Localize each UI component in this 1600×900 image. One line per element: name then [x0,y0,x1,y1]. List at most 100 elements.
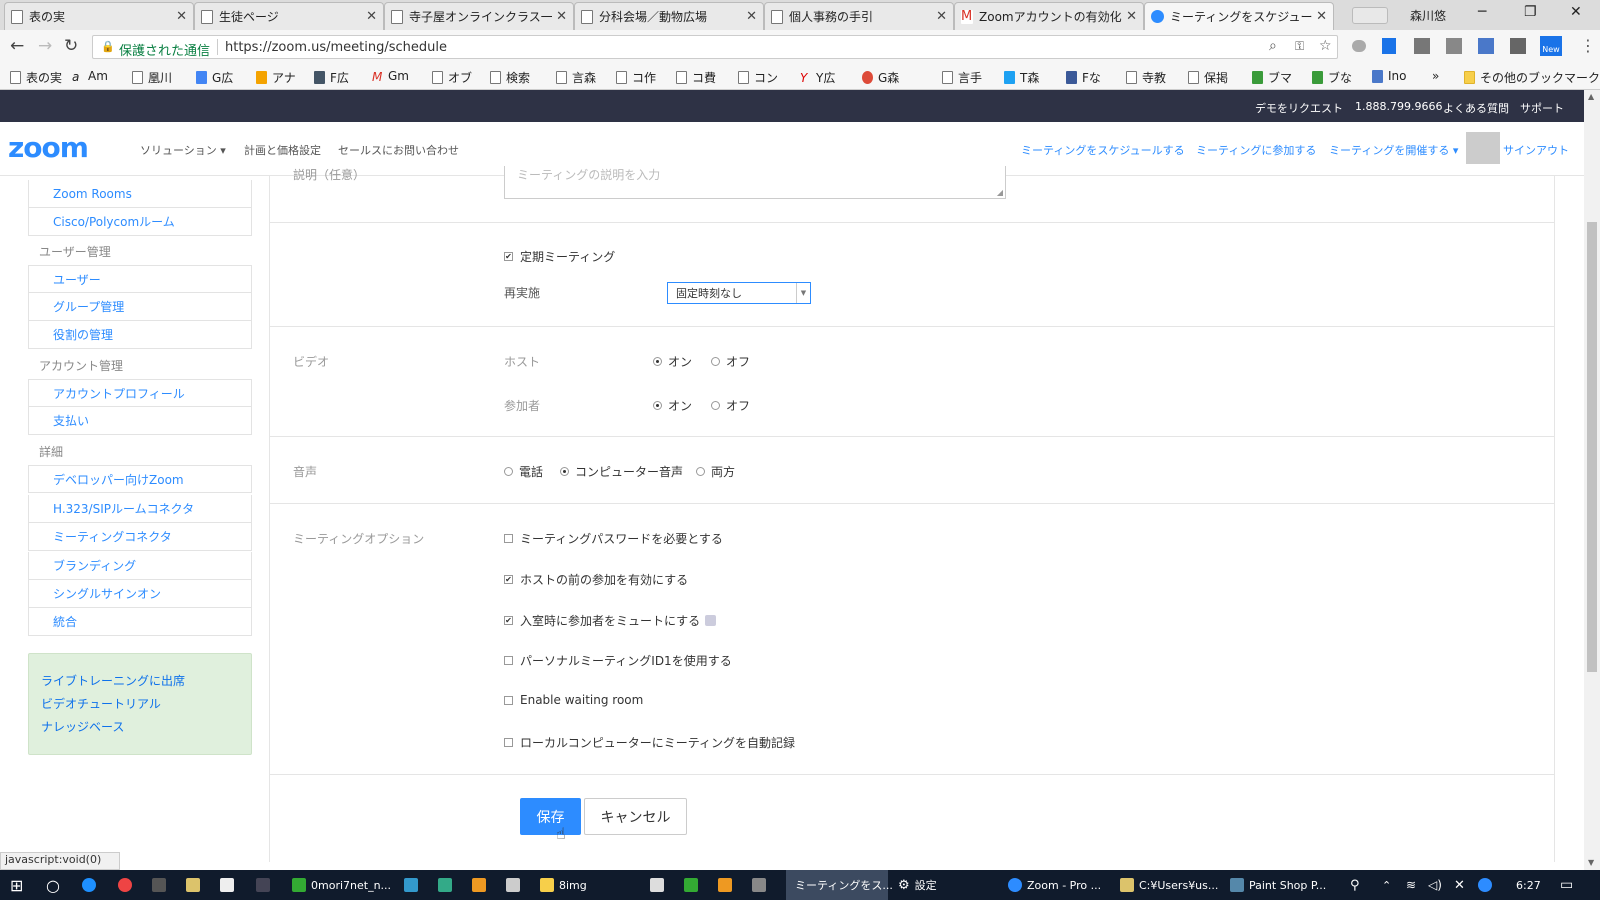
tab-2[interactable]: 生徒ページ ✕ [194,2,384,30]
sidebar-item-account-profile[interactable]: アカウントプロフィール [28,379,252,407]
app-tray-icon[interactable] [1478,870,1497,900]
taskbar-item[interactable]: 0mori7net_n... [292,870,391,900]
host-video-on-radio[interactable]: オン [653,353,692,370]
new-tab-button[interactable] [1352,7,1388,24]
wifi-icon[interactable]: ≋ [1406,870,1416,900]
taskbar-item[interactable]: 8img [540,870,587,900]
save-button[interactable]: 保存 [520,798,581,835]
participant-video-off-radio[interactable]: オフ [711,397,750,414]
scrollbar-thumb[interactable] [1587,222,1597,672]
taskbar-item-active[interactable]: ミーティングをス... [786,870,893,900]
taskbar-item[interactable]: Paint Shop P... [1230,870,1326,900]
support-link[interactable]: サポート [1520,100,1564,116]
sidebar-item-groups[interactable]: グループ管理 [28,293,252,321]
tab-7-active[interactable]: ミーティングをスケジュールする✕ [1144,2,1334,30]
extension-forward-icon[interactable] [1510,38,1526,54]
app-icon[interactable] [186,870,205,900]
bookmark[interactable]: アナ [256,69,296,86]
bookmark[interactable]: 保掲 [1188,69,1228,86]
description-textarea[interactable]: ミーティングの説明を入力 ◢ [504,166,1006,199]
tab-3[interactable]: 寺子屋オンラインクラス一覧 ✕ [384,2,574,30]
search-icon[interactable]: ⌕ [1269,38,1277,54]
zoom-logo[interactable]: zoom [8,131,89,164]
extension-check-icon[interactable] [1414,38,1430,54]
info-icon[interactable] [705,615,717,626]
bookmark[interactable]: F広 [314,69,349,86]
nav-host-meeting[interactable]: ミーティングを開催する ▾ [1329,142,1458,158]
bookmark[interactable]: オブ [432,69,472,86]
close-icon[interactable]: ✕ [936,9,947,24]
sidebar-item-roles[interactable]: 役割の管理 [28,321,252,349]
taskbar-item[interactable]: ⚙ 設定 [898,870,937,900]
bookmark[interactable]: Fな [1066,69,1101,86]
star-icon[interactable]: ☆ [1319,38,1332,54]
sidebar-item-cisco-polycom[interactable]: Cisco/Polycomルーム [28,208,252,236]
close-x-icon[interactable]: ✕ [1454,870,1465,900]
bookmark[interactable]: 凰川 [132,69,172,86]
bookmark[interactable]: T森 [1004,69,1039,86]
nav-solutions[interactable]: ソリューション ▾ [140,142,226,158]
extension-tool-icon[interactable] [1446,38,1462,54]
bookmark[interactable]: G広 [196,69,233,86]
clock[interactable]: 6:27 [1516,870,1541,900]
menu-icon[interactable]: ⋮ [1580,36,1596,55]
app-icon[interactable] [152,870,171,900]
minimize-icon[interactable]: ─ [1478,4,1486,20]
taskbar-item[interactable]: C:¥Users¥us... [1120,870,1218,900]
option-auto-record[interactable]: ローカルコンピューターにミーティングを自動記録 [504,734,795,751]
sidebar-item-meeting-connector[interactable]: ミーティングコネクタ [28,523,252,551]
app-icon[interactable] [256,870,275,900]
faq-link[interactable]: よくある質問 [1443,100,1509,116]
nav-schedule-meeting[interactable]: ミーティングをスケジュールする [1021,142,1185,158]
cancel-button[interactable]: キャンセル [584,798,687,835]
scroll-up-icon[interactable]: ▲ [1588,92,1594,101]
tab-6[interactable]: M Zoomアカウントの有効化 - ✕ [954,2,1144,30]
option-personal-meeting-id[interactable]: パーソナルミーティングID1を使用する [504,652,732,669]
app-icon[interactable] [684,870,703,900]
omnibox[interactable]: 🔒 保護された通信 https://zoom.us/meeting/schedu… [92,35,1338,59]
audio-both-radio[interactable]: 両方 [696,463,735,480]
recurrence-select[interactable]: 固定時刻なし ▼ [667,282,811,304]
sidebar-item-branding[interactable]: ブランディング [28,552,252,580]
link-live-training[interactable]: ライブトレーニングに出席 [41,670,239,693]
forward-icon[interactable]: → [38,36,52,56]
demo-link[interactable]: デモをリクエスト [1255,100,1343,116]
extension-new-icon[interactable]: New [1540,36,1562,56]
bookmark[interactable]: ブマ [1252,69,1292,86]
bookmark[interactable]: 寺教 [1126,69,1166,86]
bookmark[interactable]: Y Y広 [800,69,835,86]
close-icon[interactable]: ✕ [1316,9,1327,24]
bookmark[interactable]: 言森 [556,69,596,86]
extension-cloud-icon[interactable] [1352,40,1366,52]
sidebar-item-sso[interactable]: シングルサインオン [28,580,252,608]
tab-5[interactable]: 個人事務の手引 ✕ [764,2,954,30]
close-icon[interactable]: ✕ [556,9,567,24]
other-bookmarks[interactable]: その他のブックマーク [1464,69,1600,86]
avatar[interactable] [1466,132,1500,164]
key-icon[interactable]: ⚿ [1295,39,1304,54]
nav-pricing[interactable]: 計画と価格設定 [244,142,321,158]
audio-computer-radio[interactable]: コンピューター音声 [560,463,683,480]
edge-icon[interactable] [82,870,101,900]
extension-bookmark-icon[interactable] [1382,38,1396,54]
app-icon[interactable] [404,870,423,900]
close-icon[interactable]: ✕ [176,9,187,24]
chrome-icon[interactable] [118,870,137,900]
close-icon[interactable]: ✕ [1126,9,1137,24]
app-icon[interactable] [752,870,771,900]
extension-code-icon[interactable] [1478,38,1494,54]
app-icon[interactable] [438,870,457,900]
link-video-tutorials[interactable]: ビデオチュートリアル [41,693,239,716]
bookmark[interactable]: a Am [72,69,108,84]
sidebar-item-zoom-rooms[interactable]: Zoom Rooms [28,180,252,208]
cortana-icon[interactable]: ○ [46,870,60,900]
recurring-checkbox[interactable]: ✔ 定期ミーティング [504,248,615,265]
nav-join-meeting[interactable]: ミーティングに参加する [1196,142,1316,158]
profile-name[interactable]: 森川悠 [1410,7,1446,24]
close-icon[interactable]: ✕ [746,9,757,24]
signout-link[interactable]: サインアウト [1503,142,1569,158]
participant-video-on-radio[interactable]: オン [653,397,692,414]
app-icon[interactable] [472,870,491,900]
bookmark[interactable]: 検索 [490,69,530,86]
bookmark[interactable]: 表の実 [10,69,62,86]
